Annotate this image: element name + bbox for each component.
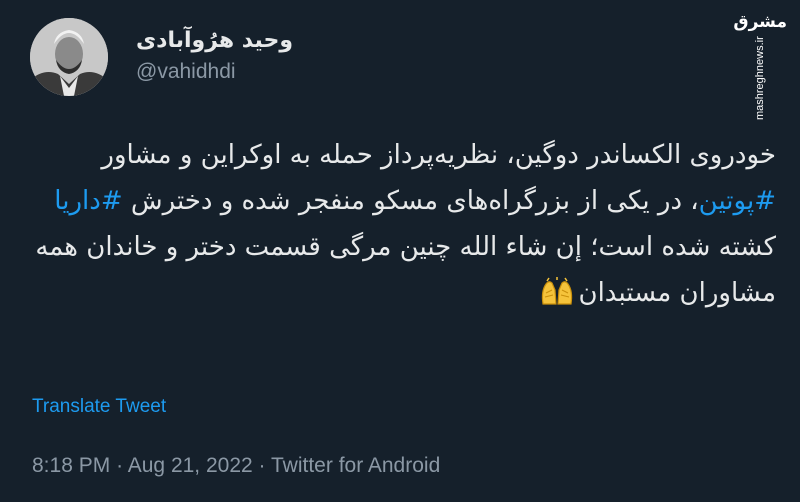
hashtag-daria[interactable]: #داریا: [54, 186, 122, 216]
meta-separator: ·: [258, 454, 266, 477]
tweet-text: خودروی الکساندر دوگین، نظریه‌پرداز حمله …: [24, 132, 776, 322]
avatar[interactable]: [30, 18, 108, 96]
translate-tweet-link[interactable]: Translate Tweet: [32, 396, 166, 418]
tweet-metadata: 8:18 PM · Aug 21, 2022 · Twitter for And…: [32, 454, 440, 478]
tweet-time[interactable]: 8:18 PM: [32, 454, 110, 477]
author-display-name[interactable]: وحید هرُوآبادی: [136, 28, 316, 53]
hashtag-putin[interactable]: #پوتین: [699, 186, 776, 216]
watermark-site: mashreghnews.ir: [754, 36, 766, 120]
tweet-source[interactable]: Twitter for Android: [271, 454, 440, 477]
profile-photo-icon: [30, 18, 108, 96]
tweet-text-part: کشته شده است؛ إن شاء الله چنین مرگی قسمت…: [35, 232, 776, 308]
tweet-text-part: ، در یکی از بزرگراه‌های مسکو منفجر شده و…: [122, 186, 699, 216]
tweet-card: وحید هرُوآبادی @vahidhdi مشرق mashreghne…: [0, 0, 800, 502]
meta-separator: ·: [116, 454, 124, 477]
watermark: مشرق mashreghnews.ir: [733, 8, 787, 123]
author-handle[interactable]: @vahidhdi: [136, 60, 236, 84]
tweet-date[interactable]: Aug 21, 2022: [128, 454, 253, 477]
tweet-text-part: خودروی الکساندر دوگین، نظریه‌پرداز حمله …: [101, 140, 776, 170]
folded-hands-emoji: [540, 276, 574, 322]
watermark-logo: مشرق: [733, 12, 787, 32]
